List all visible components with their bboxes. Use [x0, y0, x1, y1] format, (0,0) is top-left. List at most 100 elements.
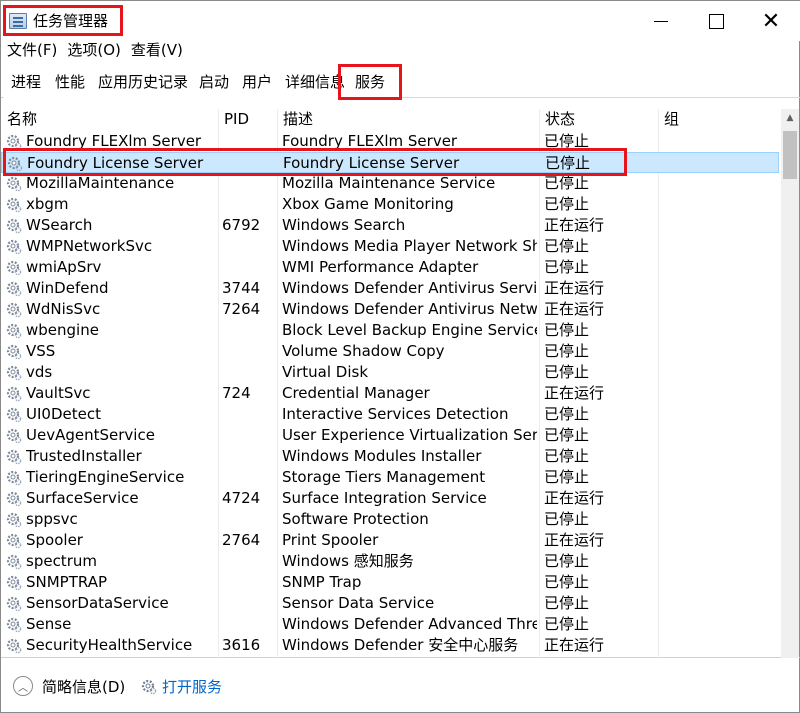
service-name: WMPNetworkSvc: [26, 237, 153, 255]
gear-icon: [6, 617, 22, 633]
service-description: Windows Search: [282, 216, 406, 234]
service-name: WdNisSvc: [26, 300, 101, 318]
table-row[interactable]: Sense Windows Defender Advanced Thre... 已停…: [1, 614, 779, 635]
column-header-status[interactable]: 状态: [539, 109, 575, 131]
scroll-up-arrow-icon[interactable]: ▲: [781, 109, 799, 127]
table-row[interactable]: wbengine Block Level Backup Engine Servic…: [1, 320, 779, 341]
menu-file[interactable]: 文件(F): [1, 39, 61, 61]
service-description: WMI Performance Adapter: [282, 258, 479, 276]
column-header-group[interactable]: 组: [658, 109, 679, 131]
gear-icon: [6, 260, 22, 276]
service-name: sppsvc: [26, 510, 78, 528]
services-tab-highlight-box: [338, 64, 402, 100]
table-row[interactable]: TieringEngineService Storage Tiers Manage…: [1, 467, 779, 488]
open-services-label: 打开服务: [162, 678, 223, 696]
service-name: SecurityHealthService: [26, 636, 193, 654]
gear-icon: [6, 533, 22, 549]
service-status: 已停止: [544, 447, 590, 465]
service-name: SensorDataService: [26, 594, 169, 612]
tab-startup[interactable]: 启动: [192, 68, 238, 98]
gear-icon: [6, 197, 22, 213]
gear-icon: [6, 428, 22, 444]
column-header-pid[interactable]: PID: [218, 109, 249, 131]
column-header-name[interactable]: 名称: [1, 109, 37, 131]
table-row[interactable]: sppsvc Software Protection 已停止: [1, 509, 779, 530]
gear-icon: [6, 575, 22, 591]
minimize-button[interactable]: [639, 7, 683, 35]
table-row[interactable]: WSearch 6792 Windows Search 正在运行: [1, 215, 779, 236]
table-row[interactable]: SNMPTRAP SNMP Trap 已停止: [1, 572, 779, 593]
service-pid: 2764: [222, 531, 261, 549]
table-row[interactable]: wmiApSrv WMI Performance Adapter 已停止: [1, 257, 779, 278]
gear-icon: [6, 386, 22, 402]
table-row[interactable]: WinDefend 3744 Windows Defender Antivirus …: [1, 278, 779, 299]
table-row[interactable]: WMPNetworkSvc Windows Media Player Networ…: [1, 236, 779, 257]
service-status: 已停止: [544, 426, 590, 444]
gear-icon: [6, 302, 22, 318]
service-status: 正在运行: [544, 531, 605, 549]
gear-icon: [6, 323, 22, 339]
menu-view[interactable]: 查看(V): [125, 39, 187, 61]
table-row[interactable]: VSS Volume Shadow Copy 已停止: [1, 341, 779, 362]
tab-users[interactable]: 用户: [235, 68, 281, 98]
service-description: Software Protection: [282, 510, 429, 528]
tab-performance[interactable]: 性能: [48, 68, 94, 98]
service-name: xbgm: [26, 195, 69, 213]
services-table: 名称 PID 描述 状态 组 Foundry FLEXlm Server Foun…: [1, 101, 800, 658]
table-row[interactable]: UevAgentService User Experience Virtualiz…: [1, 425, 779, 446]
brief-info-button[interactable]: 简略信息(D): [42, 677, 125, 697]
service-name: Sense: [26, 615, 72, 633]
service-description: Volume Shadow Copy: [282, 342, 445, 360]
table-row[interactable]: UI0Detect Interactive Services Detection 已…: [1, 404, 779, 425]
table-row[interactable]: SurfaceService 4724 Surface Integration Se…: [1, 488, 779, 509]
service-name: WSearch: [26, 216, 93, 234]
gear-icon: [6, 344, 22, 360]
service-description: Mozilla Maintenance Service: [282, 174, 496, 192]
close-button[interactable]: ✕: [749, 7, 793, 35]
tab-app-history[interactable]: 应用历史记录: [91, 68, 197, 98]
column-header-description[interactable]: 描述: [277, 109, 313, 131]
service-name: TrustedInstaller: [26, 447, 142, 465]
service-status: 已停止: [544, 342, 590, 360]
collapse-chevron-up-icon[interactable]: ︿: [13, 676, 33, 696]
table-row[interactable]: TrustedInstaller Windows Modules Installe…: [1, 446, 779, 467]
service-name: wmiApSrv: [26, 258, 102, 276]
table-row[interactable]: xbgm Xbox Game Monitoring 已停止: [1, 194, 779, 215]
gear-icon: [6, 176, 22, 192]
service-description: Surface Integration Service: [282, 489, 487, 507]
gear-icon: [6, 281, 22, 297]
table-row[interactable]: SensorDataService Sensor Data Service 已停止: [1, 593, 779, 614]
title-bar[interactable]: 任务管理器 ✕: [1, 1, 800, 41]
open-services-link[interactable]: 打开服务: [141, 677, 222, 697]
service-status: 已停止: [544, 363, 590, 381]
table-row[interactable]: VaultSvc 724 Credential Manager 正在运行: [1, 383, 779, 404]
service-name: Spooler: [26, 531, 83, 549]
service-name: VSS: [26, 342, 56, 360]
table-row[interactable]: spectrum Windows 感知服务 已停止: [1, 551, 779, 572]
table-row[interactable]: MozillaMaintenance Mozilla Maintenance Se…: [1, 173, 779, 194]
service-status: 正在运行: [544, 636, 605, 654]
service-pid: 724: [222, 384, 251, 402]
service-description: Interactive Services Detection: [282, 405, 509, 423]
service-status: 已停止: [544, 195, 590, 213]
table-row[interactable]: vds Virtual Disk 已停止: [1, 362, 779, 383]
maximize-button[interactable]: [694, 7, 738, 35]
service-description: SNMP Trap: [282, 573, 362, 591]
service-name: SNMPTRAP: [26, 573, 108, 591]
scroll-thumb[interactable]: [783, 131, 797, 179]
table-row[interactable]: Spooler 2764 Print Spooler 正在运行: [1, 530, 779, 551]
menu-options[interactable]: 选项(O): [61, 39, 125, 61]
service-status: 已停止: [544, 321, 590, 339]
gear-icon: [6, 491, 22, 507]
tab-processes[interactable]: 进程: [4, 68, 50, 98]
table-row[interactable]: WdNisSvc 7264 Windows Defender Antivirus N…: [1, 299, 779, 320]
task-manager-window: 任务管理器 ✕ 文件(F) 选项(O) 查看(V) 进程 性能 应用历史记录 启…: [0, 0, 800, 713]
gear-icon: [6, 218, 22, 234]
service-status: 已停止: [544, 258, 590, 276]
vertical-scrollbar[interactable]: ▲: [781, 109, 799, 658]
gear-icon: [6, 596, 22, 612]
service-description: Windows 感知服务: [282, 552, 414, 570]
service-status: 已停止: [544, 468, 590, 486]
table-row[interactable]: SecurityHealthService 3616 Windows Defende…: [1, 635, 779, 656]
service-description: Print Spooler: [282, 531, 379, 549]
